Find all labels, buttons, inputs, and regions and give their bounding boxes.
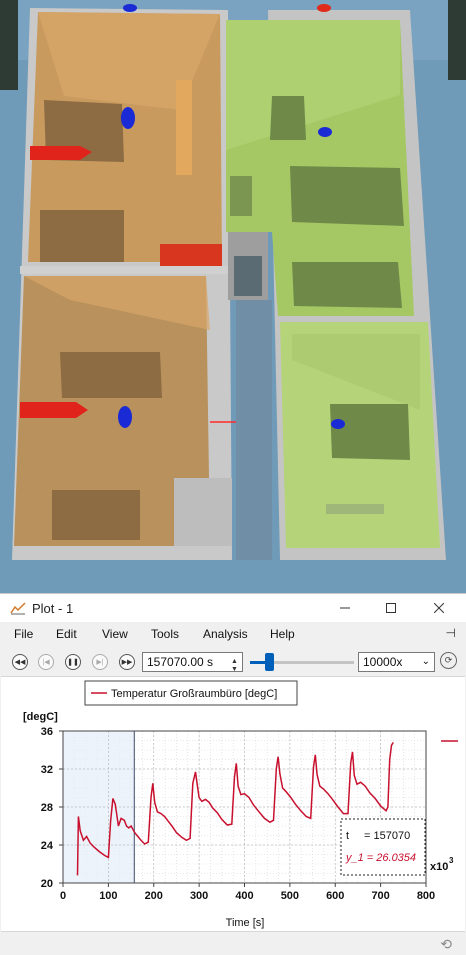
x-tick-label: 800	[417, 890, 435, 902]
step-back-button[interactable]: |◀	[38, 654, 54, 670]
y-tick-label: 24	[41, 840, 54, 852]
y-tick-label: 36	[41, 726, 53, 738]
speed-value: 10000x	[363, 655, 403, 669]
status-bar: ⟲	[0, 932, 466, 955]
x-tick-label: 400	[235, 890, 253, 902]
window-title: Plot - 1	[32, 601, 74, 616]
maximize-button[interactable]	[368, 594, 414, 622]
x-tick-label: 600	[326, 890, 344, 902]
pause-button[interactable]: ❚❚	[65, 654, 81, 670]
plot-area[interactable]: 0 100 200 300 400 500 600 700 800 20 24 28 32 36 Temp…	[1, 676, 465, 932]
x-tick-label: 700	[371, 890, 389, 902]
menu-tools[interactable]: Tools	[151, 627, 179, 641]
y-tick-label: 32	[41, 764, 53, 776]
minimize-button[interactable]	[322, 594, 368, 622]
menu-analysis[interactable]: Analysis	[203, 627, 248, 641]
menu-file[interactable]: File	[14, 627, 33, 641]
plot-app-icon	[10, 602, 26, 615]
time-slider-thumb[interactable]	[264, 653, 274, 671]
close-button[interactable]	[416, 594, 462, 622]
step-forward-button[interactable]: ▶|	[92, 654, 108, 670]
y-tick-label: 28	[41, 802, 53, 814]
cursor-value-box	[340, 818, 426, 876]
sync-icon[interactable]: ⟲	[440, 936, 452, 953]
x-tick-label: 500	[281, 890, 299, 902]
realtime-icon[interactable]: ⟳	[440, 652, 457, 669]
x-tick-label: 100	[99, 890, 117, 902]
pause-icon: ❚❚	[67, 659, 79, 666]
plot-window: Plot - 1 File Edit View Tools Analysis H…	[0, 593, 466, 955]
chevron-down-icon: ⌄	[421, 656, 430, 667]
menu-view[interactable]: View	[102, 627, 128, 641]
cursor-t-label: t	[346, 830, 349, 842]
pin-icon[interactable]: ⊣	[446, 626, 456, 640]
step-back-icon: |◀	[42, 659, 50, 666]
fast-forward-button[interactable]: ▶▶	[119, 654, 135, 670]
time-input[interactable]: 157070.00 s ▲ ▼	[142, 652, 243, 673]
x-tick-label: 200	[145, 890, 163, 902]
x-multiplier: x10	[430, 861, 448, 873]
x-tick-label: 0	[60, 890, 66, 902]
fast-forward-icon: ▶▶	[121, 659, 133, 666]
menu-help[interactable]: Help	[270, 627, 295, 641]
maximize-icon	[386, 603, 396, 613]
rewind-icon: ◀◀	[14, 659, 26, 666]
y-tick-label: 20	[41, 878, 53, 890]
minimize-icon	[340, 607, 350, 609]
x-multiplier-exponent: 3	[449, 856, 454, 865]
cursor-y-value: y_1 = 26.0354	[345, 852, 416, 864]
temperature-chart[interactable]: 0 100 200 300 400 500 600 700 800 20 24 28 32 36 Temp…	[1, 677, 465, 931]
speed-select[interactable]: 10000x ⌄	[358, 652, 435, 672]
menu-edit[interactable]: Edit	[56, 627, 77, 641]
close-icon	[434, 603, 444, 613]
y-axis-label: [degC]	[23, 711, 58, 723]
x-axis-label: Time [s]	[226, 917, 265, 929]
cursor-t-value: = 157070	[364, 830, 410, 842]
playback-toolbar: ◀◀ |◀ ❚❚ ▶| ▶▶ 157070.00 s ▲ ▼ 10000x ⌄ …	[0, 646, 466, 676]
title-bar[interactable]: Plot - 1	[0, 594, 466, 622]
time-value: 157070.00 s	[147, 655, 214, 669]
rewind-to-start-button[interactable]: ◀◀	[12, 654, 28, 670]
legend-label: Temperatur Großraumbüro [degC]	[111, 688, 277, 700]
building-3d-view[interactable]	[0, 0, 466, 594]
menu-bar: File Edit View Tools Analysis Help ⊣	[0, 622, 466, 646]
x-tick-label: 300	[190, 890, 208, 902]
step-forward-icon: ▶|	[96, 659, 104, 666]
